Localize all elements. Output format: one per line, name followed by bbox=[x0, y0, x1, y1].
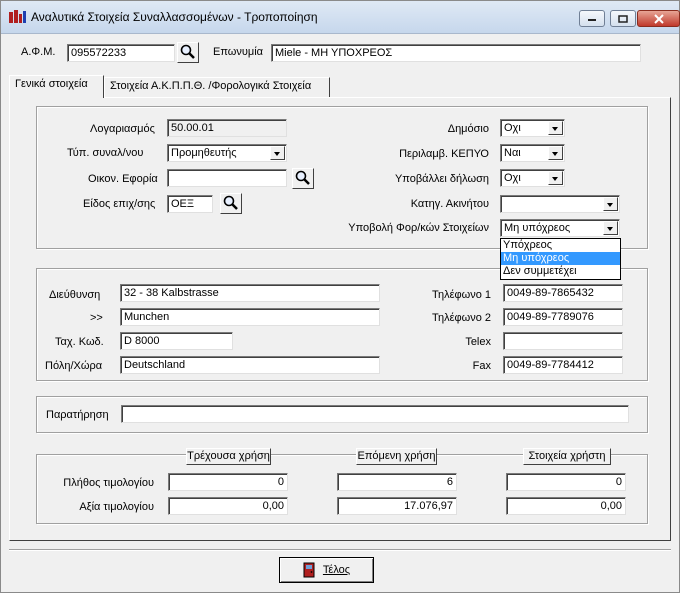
address-field[interactable]: 32 - 38 Kalbstrasse bbox=[120, 284, 380, 302]
zip-field[interactable]: D 8000 bbox=[120, 332, 233, 350]
submission-select-value: Μη υπόχρεος bbox=[504, 222, 571, 234]
kepyo-select[interactable]: Ναι bbox=[500, 144, 565, 162]
phone1-field[interactable]: 0049-89-7865432 bbox=[503, 284, 623, 302]
dropdown-option[interactable]: Δεν συμμετέχει bbox=[501, 265, 620, 278]
chevron-down-icon[interactable] bbox=[603, 197, 618, 211]
magnifier-icon bbox=[223, 195, 238, 210]
business-field[interactable]: ΟΕΞ bbox=[167, 195, 213, 213]
tab-tax-info-label: Στοιχεία Α.Κ.Π.Π.Θ. /Φορολογικά Στοιχεία bbox=[110, 80, 312, 92]
phone1-label: Τηλέφωνο 1 bbox=[432, 289, 491, 301]
address2-label: >> bbox=[90, 312, 103, 324]
maximize-icon bbox=[618, 14, 628, 23]
submission-dropdown-list: Υπόχρεος Μη υπόχρεος Δεν συμμετέχει bbox=[500, 238, 621, 280]
name-label: Επωνυμία bbox=[213, 46, 264, 58]
close-button[interactable] bbox=[637, 10, 680, 27]
remarks-label: Παρατήρηση bbox=[46, 409, 109, 421]
account-label: Λογαριασμός bbox=[90, 123, 155, 135]
stats-cell[interactable]: 0 bbox=[506, 473, 626, 491]
name-field[interactable]: Miele - ΜΗ ΥΠΟΧΡΕΟΣ bbox=[271, 44, 641, 62]
stats-cell[interactable]: 6 bbox=[337, 473, 457, 491]
submission-label: Υποβολή Φορ/κών Στοιχείων bbox=[348, 222, 489, 234]
declaration-select-value: Οχι bbox=[504, 172, 521, 184]
chevron-down-icon[interactable] bbox=[603, 221, 618, 235]
property-label: Κατηγ. Ακινήτου bbox=[410, 198, 489, 210]
tab-general-label: Γενικά στοιχεία bbox=[15, 78, 88, 90]
address-label: Διεύθυνση bbox=[49, 289, 101, 301]
end-button[interactable]: Τέλος bbox=[279, 557, 374, 583]
kepyo-select-value: Ναι bbox=[504, 147, 521, 159]
main-window: Αναλυτικά Στοιχεία Συναλλασσομένων - Τρο… bbox=[0, 0, 680, 593]
chevron-down-icon[interactable] bbox=[270, 146, 285, 160]
stats-column-header: Τρέχουσα χρήση bbox=[186, 448, 271, 465]
maximize-button[interactable] bbox=[610, 10, 636, 27]
stats-row-label: Πλήθος τιμολογίου bbox=[63, 477, 154, 489]
end-button-label: Τέλος bbox=[322, 564, 351, 576]
stats-cell[interactable]: 0 bbox=[168, 473, 288, 491]
submission-select[interactable]: Μη υπόχρεος bbox=[500, 219, 620, 237]
business-label: Είδος επιχ/σης bbox=[83, 198, 156, 210]
exit-door-icon bbox=[303, 562, 315, 578]
stats-cell[interactable]: 17.076,97 bbox=[337, 497, 457, 515]
afm-label: Α.Φ.Μ. bbox=[21, 46, 56, 58]
app-logo-icon bbox=[9, 10, 26, 23]
chevron-down-icon[interactable] bbox=[548, 146, 563, 160]
close-icon bbox=[653, 13, 664, 24]
tab-general[interactable]: Γενικά στοιχεία bbox=[9, 75, 104, 98]
dropdown-option-selected[interactable]: Μη υπόχρεος bbox=[501, 252, 620, 265]
telex-label: Telex bbox=[465, 336, 491, 348]
minimize-button[interactable] bbox=[579, 10, 605, 27]
minimize-icon bbox=[588, 18, 596, 21]
tab-tax-info[interactable]: Στοιχεία Α.Κ.Π.Π.Θ. /Φορολογικά Στοιχεία bbox=[104, 77, 330, 97]
declaration-label: Υποβάλλει δήλωση bbox=[394, 173, 489, 185]
account-field: 50.00.01 bbox=[167, 119, 287, 137]
type-select[interactable]: Προμηθευτής bbox=[167, 144, 287, 162]
address2-field[interactable]: Munchen bbox=[120, 308, 380, 326]
public-label: Δημόσιο bbox=[447, 123, 489, 135]
stats-column-header: Στοιχεία χρήστη bbox=[523, 448, 611, 465]
magnifier-icon bbox=[295, 170, 310, 185]
stats-cell[interactable]: 0,00 bbox=[168, 497, 288, 515]
tax-office-label: Οικον. Εφορία bbox=[88, 173, 158, 185]
type-select-value: Προμηθευτής bbox=[171, 147, 237, 159]
zip-label: Ταχ. Κωδ. bbox=[55, 336, 104, 348]
stats-row-label: Αξία τιμολογίου bbox=[79, 501, 154, 513]
afm-lookup-button[interactable] bbox=[177, 42, 199, 63]
public-select-value: Οχι bbox=[504, 122, 521, 134]
footer-divider bbox=[9, 549, 671, 551]
city-label: Πόλη/Χώρα bbox=[45, 360, 103, 372]
stats-column-header: Επόμενη χρήση bbox=[356, 448, 437, 465]
tax-office-field[interactable] bbox=[167, 169, 287, 187]
window-title: Αναλυτικά Στοιχεία Συναλλασσομένων - Τρο… bbox=[31, 10, 318, 24]
tax-office-lookup-button[interactable] bbox=[292, 168, 314, 189]
dropdown-option[interactable]: Υπόχρεος bbox=[501, 239, 620, 252]
magnifier-icon bbox=[180, 44, 195, 59]
chevron-down-icon[interactable] bbox=[548, 121, 563, 135]
kepyo-label: Περιλαμβ. ΚΕΠΥΟ bbox=[399, 148, 489, 160]
type-label: Τύπ. συναλ/νου bbox=[67, 147, 144, 159]
stats-cell[interactable]: 0,00 bbox=[506, 497, 626, 515]
city-field[interactable]: Deutschland bbox=[120, 356, 380, 374]
business-lookup-button[interactable] bbox=[220, 193, 242, 214]
phone2-field[interactable]: 0049-89-7789076 bbox=[503, 308, 623, 326]
chevron-down-icon[interactable] bbox=[548, 171, 563, 185]
public-select[interactable]: Οχι bbox=[500, 119, 565, 137]
afm-field[interactable]: 095572233 bbox=[67, 44, 175, 62]
property-select[interactable] bbox=[500, 195, 620, 213]
remarks-field[interactable] bbox=[121, 405, 629, 423]
fax-label: Fax bbox=[472, 360, 491, 372]
declaration-select[interactable]: Οχι bbox=[500, 169, 565, 187]
telex-field[interactable] bbox=[503, 332, 623, 350]
phone2-label: Τηλέφωνο 2 bbox=[432, 312, 491, 324]
title-bar[interactable]: Αναλυτικά Στοιχεία Συναλλασσομένων - Τρο… bbox=[1, 1, 680, 34]
fax-field[interactable]: 0049-89-7784412 bbox=[503, 356, 623, 374]
